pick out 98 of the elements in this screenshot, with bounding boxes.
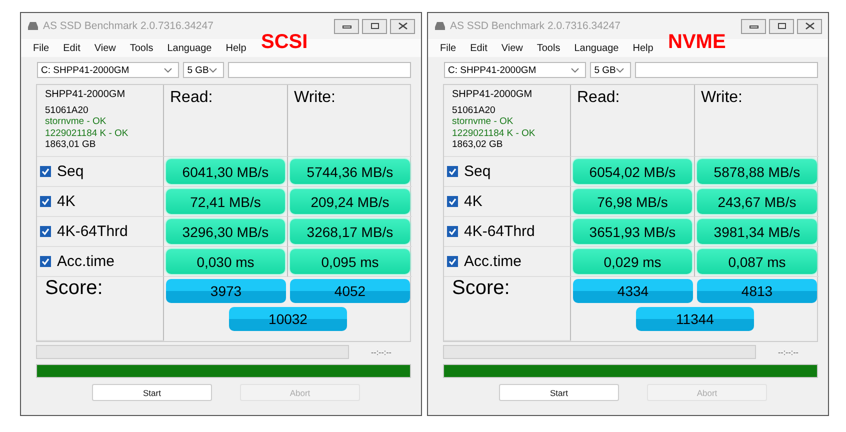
result-value: 3268,17 MB/s (290, 219, 410, 244)
result-value: 209,24 MB/s (290, 189, 410, 214)
test-name: 4K-64Thrd (57, 223, 128, 240)
checkbox[interactable] (447, 196, 458, 207)
drive-info-text: 51061A20 (45, 104, 90, 116)
chevron-icon (571, 68, 580, 72)
maximize-button[interactable] (769, 18, 794, 34)
minimize-button[interactable] (334, 18, 359, 34)
checkbox[interactable] (40, 256, 51, 267)
size-dropdown[interactable]: 5 GB (590, 62, 631, 78)
test-name: Seq (464, 163, 491, 180)
checkbox[interactable] (40, 196, 51, 207)
result-value: 5744,36 MB/s (290, 159, 410, 184)
elapsed-time: --:--:-- (371, 348, 392, 356)
checkbox[interactable] (447, 226, 458, 237)
drive-icon (27, 21, 39, 31)
drive-icon (434, 21, 446, 31)
total-score-value: 11344 (636, 307, 754, 331)
checkbox[interactable] (447, 166, 458, 177)
checkbox[interactable] (40, 166, 51, 177)
menu-item[interactable]: Tools (130, 42, 154, 54)
write-header: Write: (294, 89, 336, 106)
result-value: 3651,93 MB/s (573, 219, 692, 244)
read-header: Read: (170, 89, 213, 106)
close-button[interactable] (390, 18, 415, 34)
close-icon (804, 22, 814, 30)
drive-info-text: SHPP41-2000GM (45, 89, 126, 100)
drive-info-text: 51061A20 (452, 104, 496, 116)
size-dropdown[interactable]: 5 GB (183, 62, 224, 78)
overlay-label: SCSI (261, 31, 308, 54)
minimize-button[interactable] (741, 18, 766, 34)
menu-item[interactable]: Edit (63, 42, 80, 54)
text-field[interactable] (635, 62, 818, 78)
score-value: 4052 (290, 279, 410, 303)
total-score-value: 10032 (229, 307, 347, 331)
drive-info-text: 1229021184 K - OK (452, 128, 536, 139)
menu-item[interactable]: View (94, 42, 116, 54)
menu-item[interactable]: Language (574, 42, 619, 54)
result-value: 243,67 MB/s (697, 189, 817, 214)
menu-item[interactable]: Help (226, 42, 246, 54)
result-value: 3296,30 MB/s (166, 219, 285, 244)
menu-item[interactable]: Tools (536, 42, 560, 54)
score-label: Score: (452, 277, 510, 299)
test-name: Acc.time (464, 253, 522, 270)
result-value: 6054,02 MB/s (573, 159, 692, 184)
start-button[interactable]: Start (499, 384, 619, 401)
drive-info-text: SHPP41-2000GM (452, 89, 534, 100)
close-button[interactable] (797, 18, 822, 34)
chevron-icon (209, 68, 217, 72)
window-title: AS SSD Benchmark 2.0.7316.34247 (43, 20, 214, 32)
result-value: 72,41 MB/s (166, 189, 285, 214)
score-label: Score: (45, 277, 103, 299)
menu-item[interactable]: View (501, 42, 523, 54)
checkbox[interactable] (40, 226, 51, 237)
result-value: 0,029 ms (573, 249, 692, 274)
score-value: 4813 (697, 279, 817, 303)
result-value: 0,095 ms (290, 249, 410, 274)
result-value: 76,98 MB/s (573, 189, 692, 214)
start-button[interactable]: Start (92, 384, 212, 401)
maximize-icon (370, 22, 380, 30)
minimize-icon (342, 23, 352, 29)
checkbox[interactable] (447, 256, 458, 267)
drive-dropdown[interactable]: C: SHPP41-2000GM (444, 62, 586, 78)
window-title: AS SSD Benchmark 2.0.7316.34247 (450, 20, 622, 32)
drive-dropdown[interactable]: C: SHPP41-2000GM (37, 62, 180, 78)
score-value: 3973 (166, 279, 286, 303)
read-header: Read: (577, 89, 620, 106)
menu-item[interactable]: File (33, 42, 50, 54)
drive-info-text: 1863,02 GB (452, 139, 504, 150)
text-field[interactable] (228, 62, 411, 78)
drive-info-text: 1863,01 GB (45, 139, 97, 150)
overlay-label: NVME (668, 31, 726, 54)
close-icon (398, 22, 408, 30)
maximize-button[interactable] (362, 18, 387, 34)
test-name: Acc.time (57, 253, 115, 270)
elapsed-time: --:--:-- (778, 348, 798, 356)
result-value: 3981,34 MB/s (697, 219, 817, 244)
write-header: Write: (701, 89, 742, 106)
menu-item[interactable]: Help (632, 42, 654, 54)
result-value: 0,030 ms (166, 249, 285, 274)
test-name: 4K-64Thrd (464, 223, 535, 240)
drive-info-text: stornvme - OK (45, 116, 108, 128)
chevron-icon (164, 68, 172, 72)
menu-item[interactable]: Language (167, 42, 212, 54)
maximize-icon (776, 22, 786, 30)
result-value: 0,087 ms (697, 249, 817, 274)
test-name: Seq (57, 163, 84, 180)
score-value: 4334 (573, 279, 693, 303)
chevron-icon (616, 68, 624, 72)
menu-item[interactable]: File (440, 42, 456, 54)
drive-info-text: stornvme - OK (452, 116, 514, 128)
drive-info-text: 1229021184 K - OK (45, 128, 130, 139)
menu-item[interactable]: Edit (470, 42, 488, 54)
minimize-icon (748, 23, 758, 29)
test-name: 4K (464, 193, 482, 210)
result-value: 5878,88 MB/s (697, 159, 817, 184)
result-value: 6041,30 MB/s (166, 159, 285, 184)
test-name: 4K (57, 193, 76, 210)
